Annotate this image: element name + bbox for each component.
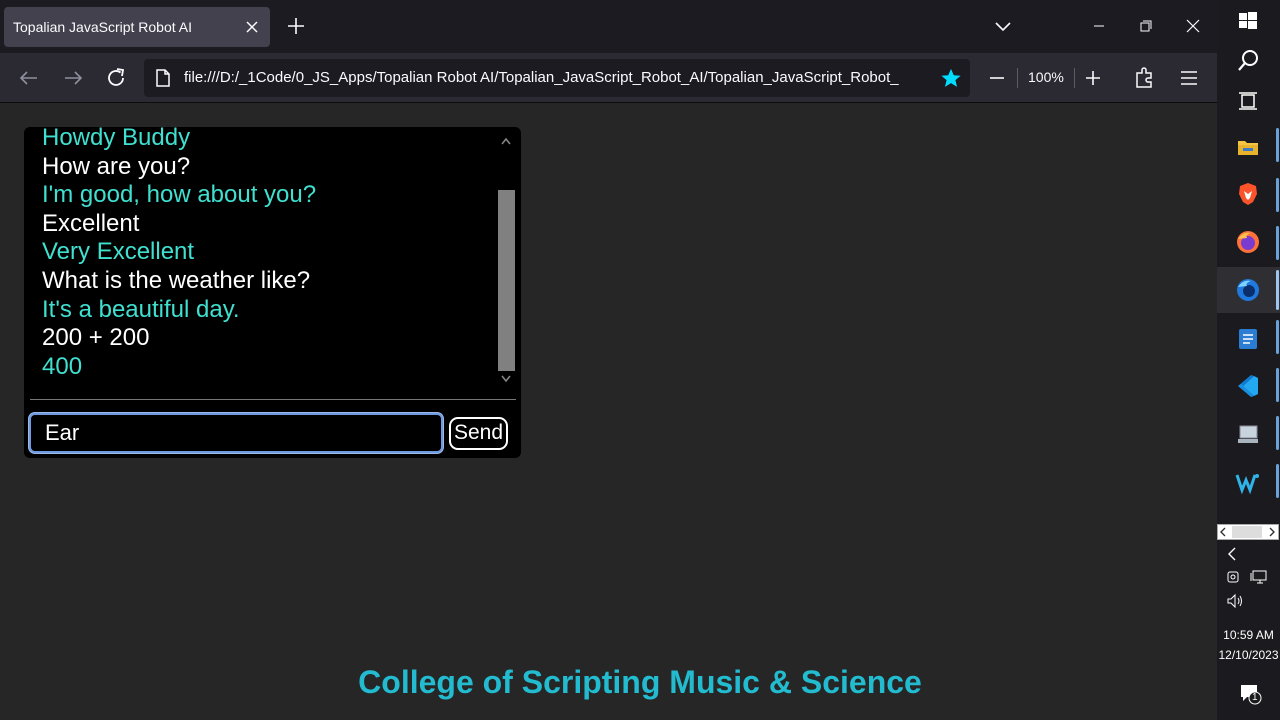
forward-arrow-icon[interactable] [60,65,86,91]
taskbar-indicator [1276,368,1279,402]
vscode-icon[interactable] [1235,373,1261,399]
bot-message: 400 [42,352,83,380]
user-message: 200 + 200 [42,324,150,352]
writer-icon[interactable] [1235,326,1261,352]
tab-bar: Topalian JavaScript Robot AI [0,0,1217,53]
taskbar-indicator [1276,320,1279,354]
user-message: What is the weather like? [42,266,311,294]
scrollbar-thumb[interactable] [498,190,515,371]
windows-start-icon[interactable] [1235,8,1261,34]
back-arrow-icon[interactable] [16,65,42,91]
separator [1074,68,1075,88]
search-icon[interactable] [1235,48,1261,74]
extensions-icon[interactable] [1132,65,1158,91]
close-window-icon[interactable] [1181,14,1205,38]
restore-icon[interactable] [1134,14,1158,38]
taskbar-indicator [1276,464,1279,498]
minimize-icon[interactable] [1087,14,1111,38]
volume-icon[interactable] [1225,591,1245,611]
taskbar-indicator [1276,178,1279,212]
firefox-developer-icon[interactable] [1235,277,1261,303]
tab-active[interactable]: Topalian JavaScript Robot AI [4,7,270,47]
bot-message: Howdy Buddy [42,127,191,151]
navigation-bar: file:///D:/_1Code/0_JS_Apps/Topalian Rob… [0,53,1217,103]
taskbar-indicator [1276,128,1279,162]
bot-message: It's a beautiful day. [42,295,240,323]
taskbar-indicator [1276,226,1279,260]
url-text: file:///D:/_1Code/0_JS_Apps/Topalian Rob… [184,69,899,86]
taskbar-horizontal-scrollbar[interactable] [1217,524,1279,540]
user-message: How are you? [42,152,191,180]
bot-message: Very Excellent [42,238,195,266]
reload-icon[interactable] [103,65,129,91]
url-bar[interactable]: file:///D:/_1Code/0_JS_Apps/Topalian Rob… [144,59,970,97]
notification-count: 1 [1252,692,1258,703]
chat-input[interactable] [29,413,443,453]
brave-icon[interactable] [1235,181,1261,207]
chevron-left-icon[interactable] [1222,544,1242,564]
taskbar-indicator [1276,270,1279,310]
taskbar-indicator [1276,416,1279,450]
network-icon[interactable] [1249,567,1269,587]
firefox-icon[interactable] [1235,229,1261,255]
tab-title: Topalian JavaScript Robot AI [13,19,192,35]
zoom-in-icon[interactable] [1080,65,1106,91]
chat-divider [30,399,516,400]
clock-time[interactable]: 10:59 AM [1217,628,1280,642]
zoom-out-icon[interactable] [984,65,1010,91]
send-button[interactable]: Send [449,417,508,450]
separator [1017,68,1018,88]
zoom-level[interactable]: 100% [1028,69,1064,85]
page-icon [154,68,172,93]
bookmark-star-icon[interactable] [940,67,962,94]
browser-window: Topalian JavaScript Robot AI file:///D:/… [0,0,1217,720]
wix-icon[interactable] [1235,469,1261,495]
tab-close-icon[interactable] [240,15,264,39]
clock-date[interactable]: 12/10/2023 [1217,648,1280,662]
camera-icon[interactable] [1225,567,1245,587]
footer-title: College of Scripting Music & Science [358,664,922,700]
file-explorer-icon[interactable] [1235,134,1261,160]
chat-panel: Howdy Buddy How are you? I'm good, how abo… [24,127,521,458]
user-message: Excellent [42,209,140,237]
bot-message: I'm good, how about you? [42,181,317,209]
notification-icon[interactable]: 1 [1238,681,1264,707]
menu-hamburger-icon[interactable] [1176,65,1202,91]
windows-taskbar: 10:59 AM 12/10/2023 1 [1217,0,1280,720]
task-view-icon[interactable] [1235,88,1261,114]
new-tab-icon[interactable] [284,14,308,38]
chat-messages[interactable]: Howdy Buddy How are you? I'm good, how abo… [42,127,512,387]
computer-icon[interactable] [1235,421,1261,447]
list-tabs-chevron-icon[interactable] [991,14,1015,38]
